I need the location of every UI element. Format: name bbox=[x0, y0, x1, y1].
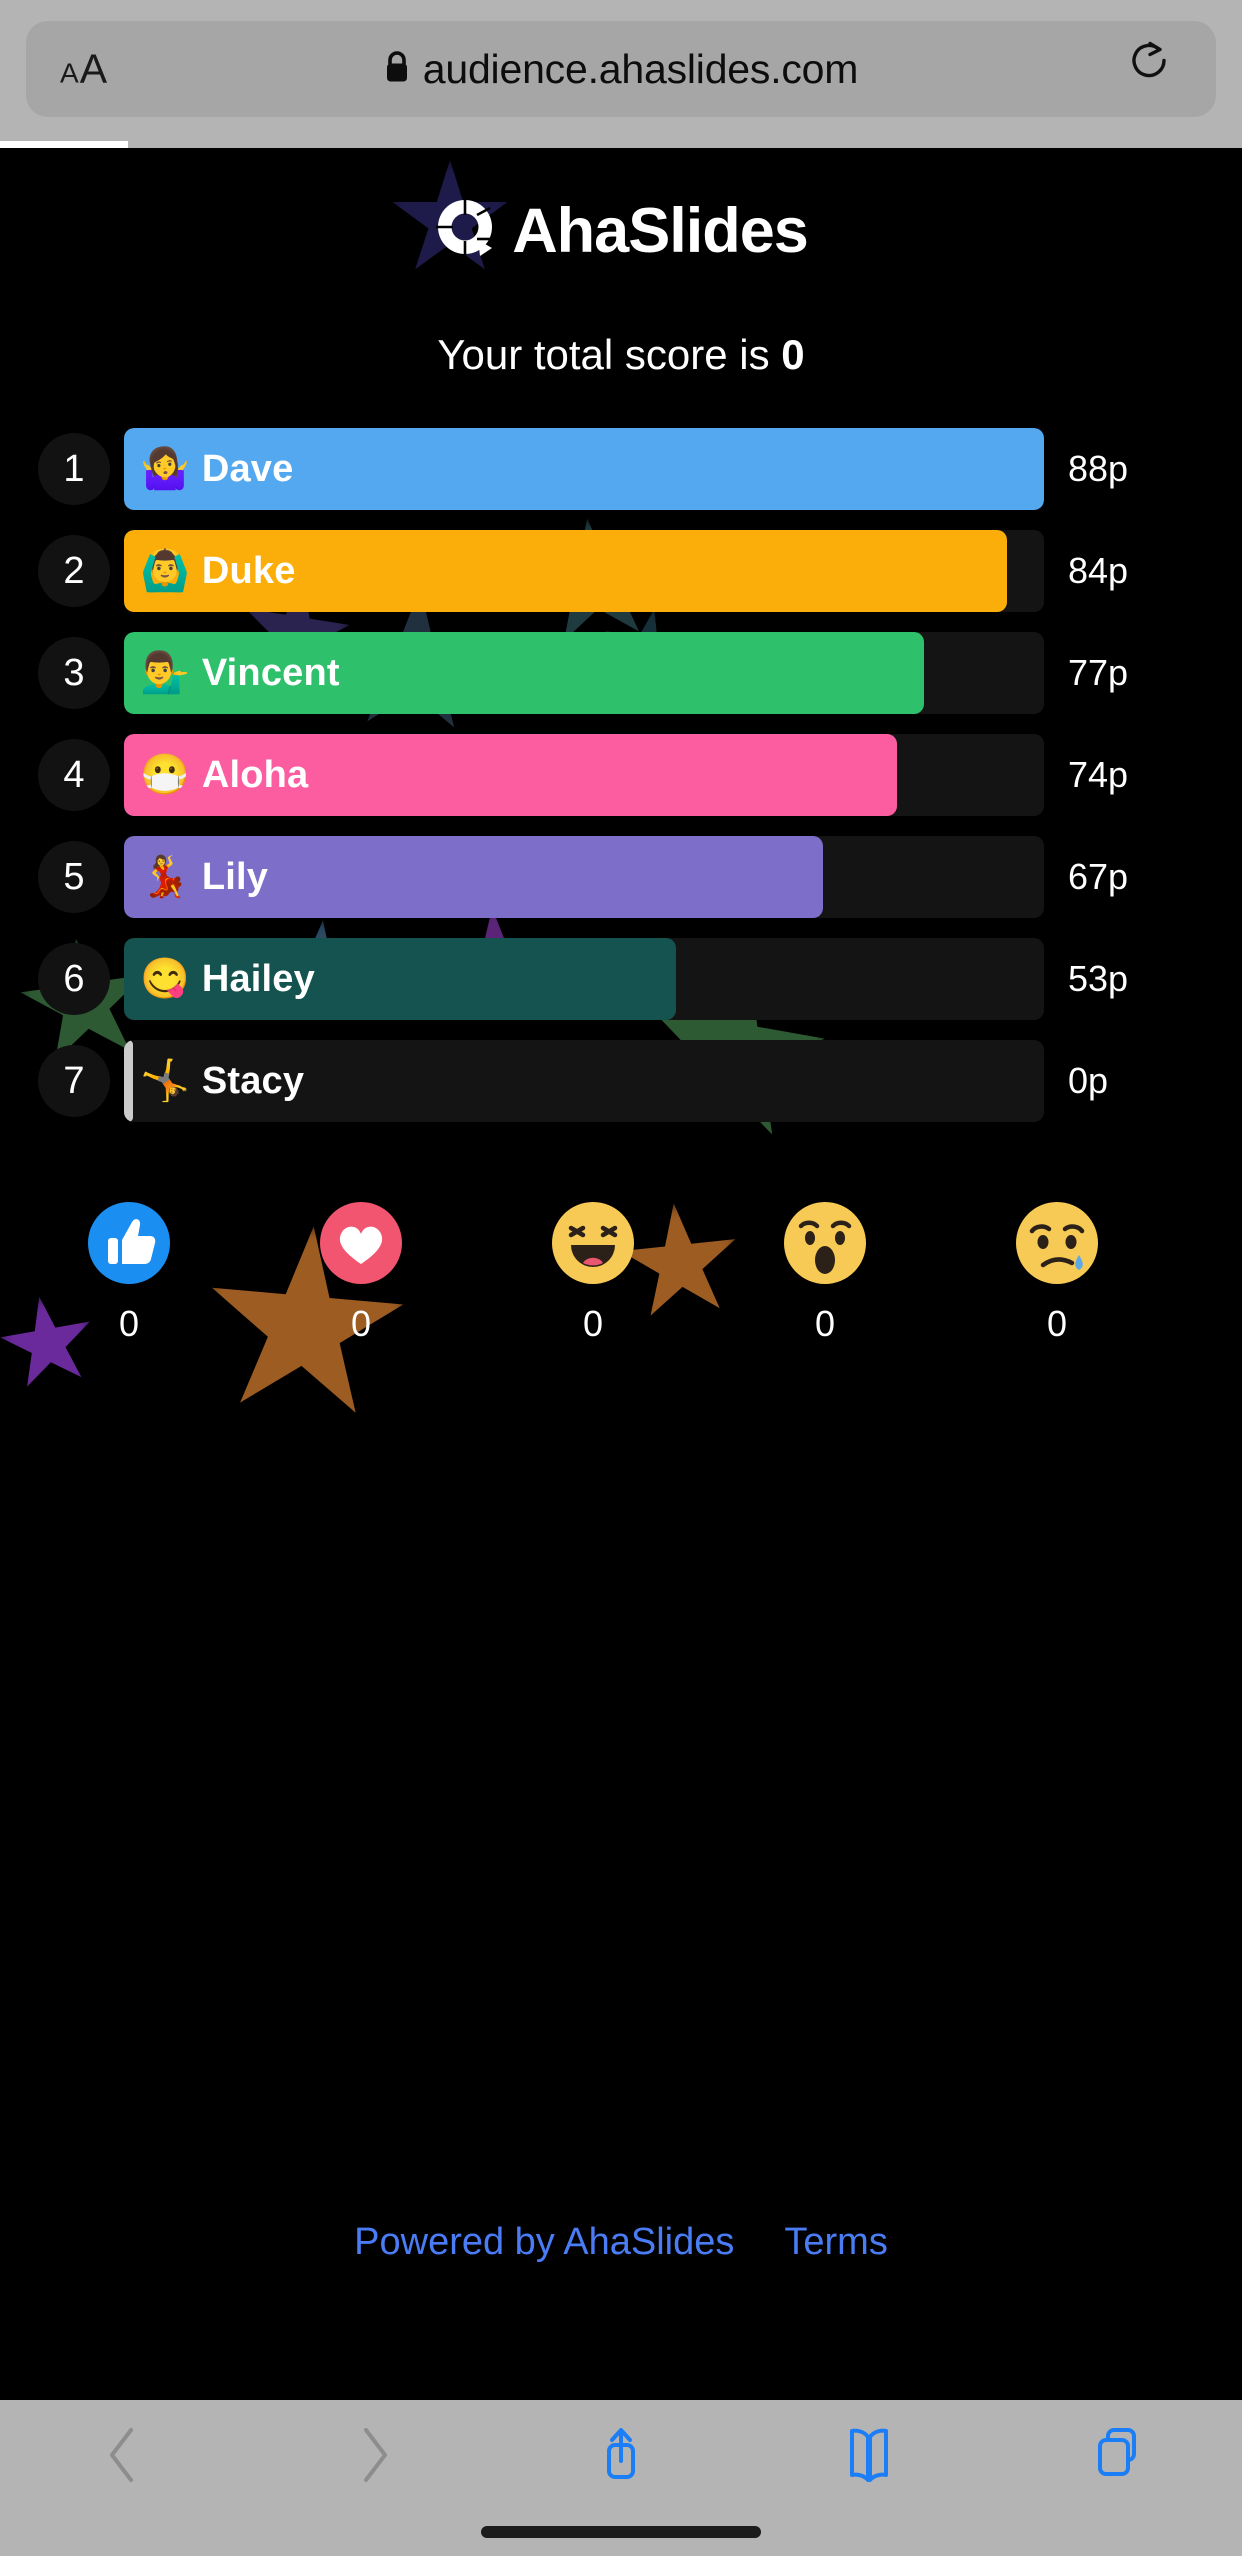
player-name: Hailey bbox=[201, 957, 315, 1000]
surprised-face-icon[interactable] bbox=[784, 1202, 866, 1289]
safari-top-chrome: AA audience.ahaslides.com bbox=[0, 0, 1242, 148]
player-name: Stacy bbox=[201, 1059, 305, 1102]
player-name: Duke bbox=[201, 549, 296, 592]
reaction-count: 0 bbox=[350, 1303, 372, 1344]
rank-badge: 1 bbox=[38, 433, 110, 505]
url-bar[interactable]: AA audience.ahaslides.com bbox=[26, 21, 1216, 117]
score-bar-track: 😷 Aloha bbox=[124, 734, 1044, 816]
player-points: 74p bbox=[1068, 754, 1129, 795]
rank-badge: 2 bbox=[38, 535, 110, 607]
back-button[interactable] bbox=[0, 2400, 248, 2510]
player-info: 😷 Aloha bbox=[124, 734, 1044, 816]
player-name: Aloha bbox=[201, 753, 309, 796]
share-button[interactable] bbox=[497, 2400, 745, 2510]
score-bar-track: 💃 Lily bbox=[124, 836, 1044, 918]
crying-face-icon[interactable] bbox=[1016, 1202, 1098, 1289]
avatar: 💃 bbox=[140, 855, 190, 899]
avatar: 😋 bbox=[140, 957, 190, 1001]
avatar: 🤸 bbox=[140, 1059, 190, 1103]
text-size-small-a: A bbox=[60, 57, 79, 89]
player-info: 🤸 Stacy bbox=[124, 1040, 1044, 1122]
leaderboard: 1 🤷‍♀️ Dave 88p 2 🙆‍♂️ Duke 84p 3 💁‍♂️ Vincent 77p 4… bbox=[0, 428, 1242, 1142]
rank-badge: 7 bbox=[38, 1045, 110, 1117]
player-points: 84p bbox=[1068, 550, 1129, 591]
like-reaction[interactable]: 0 bbox=[88, 1202, 170, 1345]
avatar: 🙆‍♂️ bbox=[140, 549, 190, 593]
reload-icon[interactable] bbox=[1128, 41, 1174, 98]
score-value: 0 bbox=[781, 331, 805, 378]
url-display[interactable]: audience.ahaslides.com bbox=[384, 45, 859, 93]
player-info: 🙆‍♂️ Duke bbox=[124, 530, 1044, 612]
leaderboard-row: 3 💁‍♂️ Vincent 77p bbox=[0, 632, 1242, 714]
forward-button[interactable] bbox=[248, 2400, 496, 2510]
sad-reaction[interactable]: 0 bbox=[1016, 1202, 1098, 1345]
score-bar-track: 😋 Hailey bbox=[124, 938, 1044, 1020]
rank-badge: 4 bbox=[38, 739, 110, 811]
avatar: 🤷‍♀️ bbox=[140, 447, 190, 491]
reaction-count: 0 bbox=[814, 1303, 836, 1344]
love-reaction[interactable]: 0 bbox=[320, 1202, 402, 1345]
player-points: 53p bbox=[1068, 958, 1129, 999]
url-text: audience.ahaslides.com bbox=[422, 45, 859, 92]
leaderboard-row: 6 😋 Hailey 53p bbox=[0, 938, 1242, 1020]
avatar: 😷 bbox=[140, 753, 190, 797]
leaderboard-row: 7 🤸 Stacy 0p bbox=[0, 1040, 1242, 1122]
player-points: 67p bbox=[1068, 856, 1129, 897]
powered-by-link[interactable]: Powered by AhaSlides bbox=[354, 2221, 734, 2264]
rank-badge: 5 bbox=[38, 841, 110, 913]
avatar: 💁‍♂️ bbox=[140, 651, 190, 695]
player-info: 💃 Lily bbox=[124, 836, 1044, 918]
ahaslides-logo-icon bbox=[434, 196, 496, 267]
player-name: Vincent bbox=[201, 651, 340, 694]
leaderboard-row: 2 🙆‍♂️ Duke 84p bbox=[0, 530, 1242, 612]
reaction-bar: 0 0 0 0 0 bbox=[88, 1202, 1098, 1345]
wow-reaction[interactable]: 0 bbox=[784, 1202, 866, 1345]
reaction-count: 0 bbox=[582, 1303, 604, 1344]
terms-link[interactable]: Terms bbox=[784, 2221, 887, 2264]
heart-icon[interactable] bbox=[320, 1202, 402, 1289]
player-points: 88p bbox=[1068, 448, 1129, 489]
reaction-count: 0 bbox=[118, 1303, 140, 1344]
player-info: 😋 Hailey bbox=[124, 938, 1044, 1020]
page-content: AhaSlides Your total score is 0 1 🤷‍♀️ Dav… bbox=[0, 148, 1242, 2400]
score-bar-track: 🙆‍♂️ Duke bbox=[124, 530, 1044, 612]
thumbs-up-icon[interactable] bbox=[88, 1202, 170, 1289]
footer: Powered by AhaSlides Terms bbox=[0, 2221, 1242, 2264]
score-bar-track: 💁‍♂️ Vincent bbox=[124, 632, 1044, 714]
tabs-button[interactable] bbox=[994, 2400, 1242, 2510]
player-points: 0p bbox=[1068, 1060, 1109, 1101]
safari-bottom-toolbar bbox=[0, 2400, 1242, 2556]
score-prefix: Your total score is bbox=[437, 331, 770, 378]
text-size-large-a: A bbox=[79, 45, 108, 92]
bookmarks-button[interactable] bbox=[745, 2400, 993, 2510]
brand-logo: AhaSlides bbox=[0, 195, 1242, 267]
player-name: Dave bbox=[201, 447, 294, 490]
player-info: 🤷‍♀️ Dave bbox=[124, 428, 1044, 510]
leaderboard-row: 5 💃 Lily 67p bbox=[0, 836, 1242, 918]
laughing-face-icon[interactable] bbox=[552, 1202, 634, 1289]
rank-badge: 6 bbox=[38, 943, 110, 1015]
reaction-count: 0 bbox=[1046, 1303, 1068, 1344]
text-size-button[interactable]: AA bbox=[60, 45, 108, 92]
leaderboard-row: 4 😷 Aloha 74p bbox=[0, 734, 1242, 816]
rank-badge: 3 bbox=[38, 637, 110, 709]
total-score-text: Your total score is 0 bbox=[0, 331, 1242, 379]
player-name: Lily bbox=[201, 855, 269, 898]
lock-icon bbox=[384, 50, 410, 89]
leaderboard-row: 1 🤷‍♀️ Dave 88p bbox=[0, 428, 1242, 510]
score-bar-track: 🤸 Stacy bbox=[124, 1040, 1044, 1122]
player-points: 77p bbox=[1068, 652, 1129, 693]
haha-reaction[interactable]: 0 bbox=[552, 1202, 634, 1345]
home-indicator bbox=[481, 2526, 761, 2538]
score-bar-track: 🤷‍♀️ Dave bbox=[124, 428, 1044, 510]
brand-name: AhaSlides bbox=[512, 196, 809, 266]
player-info: 💁‍♂️ Vincent bbox=[124, 632, 1044, 714]
page-load-progress bbox=[0, 141, 128, 148]
